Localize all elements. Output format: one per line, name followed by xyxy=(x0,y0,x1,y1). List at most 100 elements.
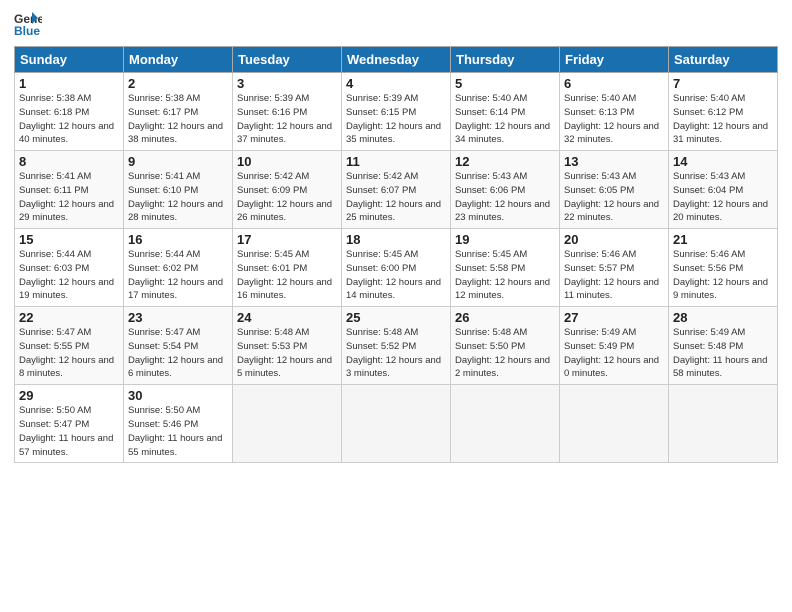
day-number: 27 xyxy=(564,310,664,325)
day-number: 15 xyxy=(19,232,119,247)
calendar-cell: 28 Sunrise: 5:49 AM Sunset: 5:48 PM Dayl… xyxy=(669,307,778,385)
day-info: Sunrise: 5:41 AM Sunset: 6:10 PM Dayligh… xyxy=(128,170,228,225)
col-header-tuesday: Tuesday xyxy=(233,47,342,73)
page-container: General Blue SundayMondayTuesdayWednesda… xyxy=(0,0,792,471)
day-info: Sunrise: 5:45 AM Sunset: 6:01 PM Dayligh… xyxy=(237,248,337,303)
day-info: Sunrise: 5:46 AM Sunset: 5:57 PM Dayligh… xyxy=(564,248,664,303)
day-number: 14 xyxy=(673,154,773,169)
day-info: Sunrise: 5:48 AM Sunset: 5:52 PM Dayligh… xyxy=(346,326,446,381)
day-number: 16 xyxy=(128,232,228,247)
day-info: Sunrise: 5:48 AM Sunset: 5:50 PM Dayligh… xyxy=(455,326,555,381)
day-number: 8 xyxy=(19,154,119,169)
day-info: Sunrise: 5:47 AM Sunset: 5:54 PM Dayligh… xyxy=(128,326,228,381)
day-number: 13 xyxy=(564,154,664,169)
calendar-cell: 27 Sunrise: 5:49 AM Sunset: 5:49 PM Dayl… xyxy=(560,307,669,385)
calendar-cell: 14 Sunrise: 5:43 AM Sunset: 6:04 PM Dayl… xyxy=(669,151,778,229)
calendar-week-4: 29 Sunrise: 5:50 AM Sunset: 5:47 PM Dayl… xyxy=(15,385,778,463)
calendar-cell: 11 Sunrise: 5:42 AM Sunset: 6:07 PM Dayl… xyxy=(342,151,451,229)
day-number: 29 xyxy=(19,388,119,403)
calendar-cell: 6 Sunrise: 5:40 AM Sunset: 6:13 PM Dayli… xyxy=(560,73,669,151)
day-info: Sunrise: 5:44 AM Sunset: 6:02 PM Dayligh… xyxy=(128,248,228,303)
calendar-cell: 26 Sunrise: 5:48 AM Sunset: 5:50 PM Dayl… xyxy=(451,307,560,385)
day-number: 28 xyxy=(673,310,773,325)
day-info: Sunrise: 5:50 AM Sunset: 5:46 PM Dayligh… xyxy=(128,404,228,459)
day-info: Sunrise: 5:42 AM Sunset: 6:09 PM Dayligh… xyxy=(237,170,337,225)
calendar-cell: 19 Sunrise: 5:45 AM Sunset: 5:58 PM Dayl… xyxy=(451,229,560,307)
calendar-cell: 23 Sunrise: 5:47 AM Sunset: 5:54 PM Dayl… xyxy=(124,307,233,385)
svg-text:Blue: Blue xyxy=(14,24,40,38)
day-number: 24 xyxy=(237,310,337,325)
day-number: 7 xyxy=(673,76,773,91)
calendar-cell: 21 Sunrise: 5:46 AM Sunset: 5:56 PM Dayl… xyxy=(669,229,778,307)
calendar-cell: 17 Sunrise: 5:45 AM Sunset: 6:01 PM Dayl… xyxy=(233,229,342,307)
day-info: Sunrise: 5:43 AM Sunset: 6:04 PM Dayligh… xyxy=(673,170,773,225)
calendar-cell xyxy=(560,385,669,463)
calendar-cell xyxy=(451,385,560,463)
day-number: 21 xyxy=(673,232,773,247)
logo: General Blue xyxy=(14,10,42,38)
header-row: SundayMondayTuesdayWednesdayThursdayFrid… xyxy=(15,47,778,73)
calendar-cell: 10 Sunrise: 5:42 AM Sunset: 6:09 PM Dayl… xyxy=(233,151,342,229)
calendar-cell xyxy=(342,385,451,463)
day-number: 3 xyxy=(237,76,337,91)
calendar-table: SundayMondayTuesdayWednesdayThursdayFrid… xyxy=(14,46,778,463)
day-number: 20 xyxy=(564,232,664,247)
day-number: 2 xyxy=(128,76,228,91)
calendar-cell: 4 Sunrise: 5:39 AM Sunset: 6:15 PM Dayli… xyxy=(342,73,451,151)
calendar-cell xyxy=(233,385,342,463)
day-number: 5 xyxy=(455,76,555,91)
calendar-cell: 16 Sunrise: 5:44 AM Sunset: 6:02 PM Dayl… xyxy=(124,229,233,307)
day-number: 25 xyxy=(346,310,446,325)
day-info: Sunrise: 5:46 AM Sunset: 5:56 PM Dayligh… xyxy=(673,248,773,303)
day-info: Sunrise: 5:38 AM Sunset: 6:18 PM Dayligh… xyxy=(19,92,119,147)
day-number: 12 xyxy=(455,154,555,169)
calendar-cell: 13 Sunrise: 5:43 AM Sunset: 6:05 PM Dayl… xyxy=(560,151,669,229)
calendar-cell: 25 Sunrise: 5:48 AM Sunset: 5:52 PM Dayl… xyxy=(342,307,451,385)
day-info: Sunrise: 5:42 AM Sunset: 6:07 PM Dayligh… xyxy=(346,170,446,225)
calendar-cell: 5 Sunrise: 5:40 AM Sunset: 6:14 PM Dayli… xyxy=(451,73,560,151)
day-number: 23 xyxy=(128,310,228,325)
day-info: Sunrise: 5:39 AM Sunset: 6:15 PM Dayligh… xyxy=(346,92,446,147)
calendar-cell: 24 Sunrise: 5:48 AM Sunset: 5:53 PM Dayl… xyxy=(233,307,342,385)
calendar-week-0: 1 Sunrise: 5:38 AM Sunset: 6:18 PM Dayli… xyxy=(15,73,778,151)
calendar-week-2: 15 Sunrise: 5:44 AM Sunset: 6:03 PM Dayl… xyxy=(15,229,778,307)
calendar-cell xyxy=(669,385,778,463)
day-number: 26 xyxy=(455,310,555,325)
col-header-thursday: Thursday xyxy=(451,47,560,73)
day-info: Sunrise: 5:43 AM Sunset: 6:05 PM Dayligh… xyxy=(564,170,664,225)
calendar-cell: 8 Sunrise: 5:41 AM Sunset: 6:11 PM Dayli… xyxy=(15,151,124,229)
calendar-cell: 30 Sunrise: 5:50 AM Sunset: 5:46 PM Dayl… xyxy=(124,385,233,463)
day-number: 10 xyxy=(237,154,337,169)
day-number: 22 xyxy=(19,310,119,325)
day-info: Sunrise: 5:45 AM Sunset: 6:00 PM Dayligh… xyxy=(346,248,446,303)
calendar-cell: 7 Sunrise: 5:40 AM Sunset: 6:12 PM Dayli… xyxy=(669,73,778,151)
calendar-cell: 22 Sunrise: 5:47 AM Sunset: 5:55 PM Dayl… xyxy=(15,307,124,385)
day-info: Sunrise: 5:47 AM Sunset: 5:55 PM Dayligh… xyxy=(19,326,119,381)
col-header-wednesday: Wednesday xyxy=(342,47,451,73)
day-number: 11 xyxy=(346,154,446,169)
day-info: Sunrise: 5:41 AM Sunset: 6:11 PM Dayligh… xyxy=(19,170,119,225)
day-number: 9 xyxy=(128,154,228,169)
calendar-cell: 29 Sunrise: 5:50 AM Sunset: 5:47 PM Dayl… xyxy=(15,385,124,463)
calendar-cell: 20 Sunrise: 5:46 AM Sunset: 5:57 PM Dayl… xyxy=(560,229,669,307)
header: General Blue xyxy=(14,10,778,38)
day-info: Sunrise: 5:40 AM Sunset: 6:14 PM Dayligh… xyxy=(455,92,555,147)
calendar-week-1: 8 Sunrise: 5:41 AM Sunset: 6:11 PM Dayli… xyxy=(15,151,778,229)
calendar-cell: 15 Sunrise: 5:44 AM Sunset: 6:03 PM Dayl… xyxy=(15,229,124,307)
day-info: Sunrise: 5:40 AM Sunset: 6:12 PM Dayligh… xyxy=(673,92,773,147)
calendar-cell: 12 Sunrise: 5:43 AM Sunset: 6:06 PM Dayl… xyxy=(451,151,560,229)
calendar-cell: 18 Sunrise: 5:45 AM Sunset: 6:00 PM Dayl… xyxy=(342,229,451,307)
day-info: Sunrise: 5:45 AM Sunset: 5:58 PM Dayligh… xyxy=(455,248,555,303)
logo-icon: General Blue xyxy=(14,10,42,38)
day-info: Sunrise: 5:49 AM Sunset: 5:48 PM Dayligh… xyxy=(673,326,773,381)
calendar-cell: 9 Sunrise: 5:41 AM Sunset: 6:10 PM Dayli… xyxy=(124,151,233,229)
col-header-saturday: Saturday xyxy=(669,47,778,73)
day-info: Sunrise: 5:38 AM Sunset: 6:17 PM Dayligh… xyxy=(128,92,228,147)
day-number: 19 xyxy=(455,232,555,247)
day-info: Sunrise: 5:43 AM Sunset: 6:06 PM Dayligh… xyxy=(455,170,555,225)
day-info: Sunrise: 5:50 AM Sunset: 5:47 PM Dayligh… xyxy=(19,404,119,459)
day-number: 17 xyxy=(237,232,337,247)
day-number: 30 xyxy=(128,388,228,403)
day-number: 6 xyxy=(564,76,664,91)
day-info: Sunrise: 5:39 AM Sunset: 6:16 PM Dayligh… xyxy=(237,92,337,147)
